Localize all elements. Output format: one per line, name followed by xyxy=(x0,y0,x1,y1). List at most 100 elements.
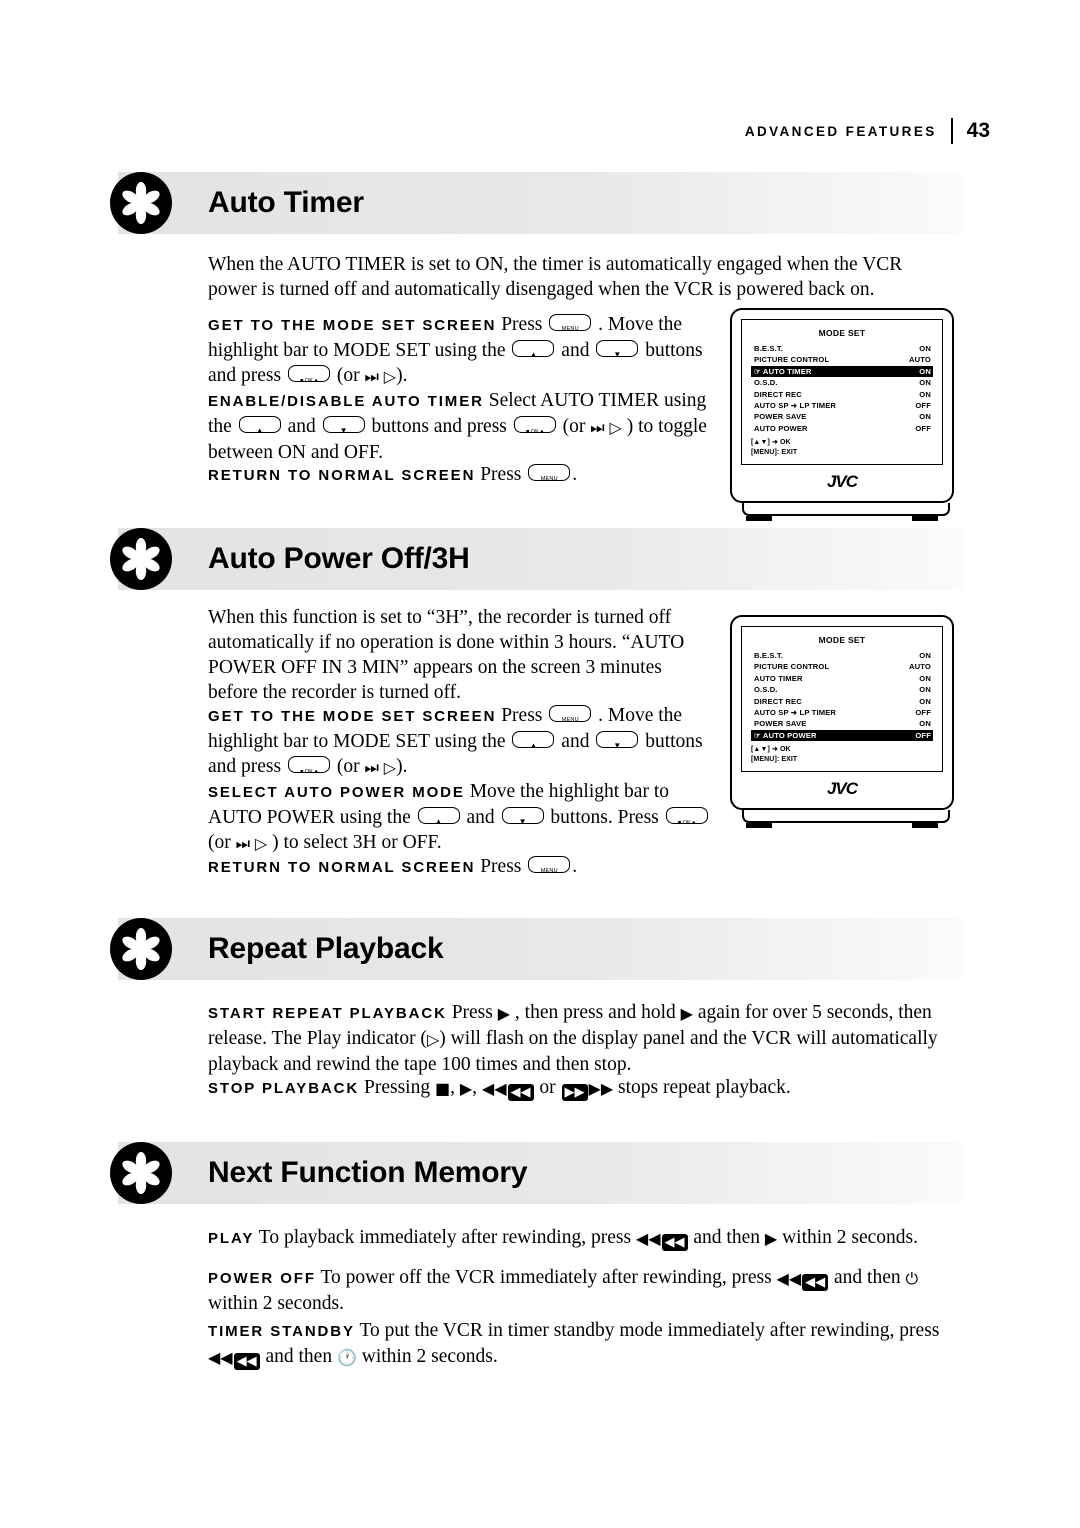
osd-row-inner: PICTURE CONTROL AUTO xyxy=(751,661,933,672)
osd-row[interactable]: O.S.D. ON xyxy=(751,684,933,695)
step-text-c: or xyxy=(539,1077,556,1098)
osd-row-label: PICTURE CONTROL xyxy=(754,662,830,672)
step-text-a: To playback immediately after rewinding,… xyxy=(258,1227,632,1248)
step-text-c: within 2 seconds. xyxy=(782,1227,919,1248)
step-text-a: Press xyxy=(480,856,522,877)
section-banner-next-function-memory: Next Function Memory xyxy=(110,1142,963,1204)
play-icon: ▶ xyxy=(680,1004,693,1023)
stop-icon: ■ xyxy=(434,1079,451,1098)
osd-row-inner: DIRECT REC ON xyxy=(751,696,933,707)
auto-power-intro-text: When this function is set to “3H”, the r… xyxy=(208,607,685,703)
step-text-c: buttons. Press xyxy=(550,807,659,828)
osd-footer: [▲▼] ➜ OK [MENU]: EXIT xyxy=(751,745,933,765)
auto-timer-step-3: RETURN TO NORMAL SCREEN Press . xyxy=(208,462,708,492)
section-title: Repeat Playback xyxy=(208,932,444,965)
osd-row-inner: B.E.S.T. ON xyxy=(751,343,933,354)
osd-title: MODE SET xyxy=(818,328,866,338)
osd-row-label: B.E.S.T. xyxy=(754,651,784,660)
osd-title: MODE SET xyxy=(818,635,866,645)
section-title: Auto Power Off/3H xyxy=(208,542,470,575)
step-text-c: within 2 seconds. xyxy=(208,1293,344,1314)
step-text-c: within 2 seconds. xyxy=(361,1346,498,1367)
step-label: ENABLE/DISABLE AUTO TIMER xyxy=(208,393,484,410)
down-button-icon xyxy=(596,731,639,758)
step-text-b: and then xyxy=(265,1346,333,1367)
osd-row-label: AUTO SP ➜ LP TIMER xyxy=(754,400,837,410)
forward-skip-icon: ⏭ xyxy=(364,367,379,386)
osd-row-label: ☞ AUTO POWER xyxy=(754,730,817,740)
tv-illustration-auto-timer: MODE SET B.E.S.T. ON PICTURE CONTROL AUTO ☞ … xyxy=(730,308,962,522)
rewind-icon: ◀◀ xyxy=(635,1229,661,1248)
step-label: START REPEAT PLAYBACK xyxy=(208,1005,447,1022)
osd-row-label: POWER SAVE xyxy=(754,412,807,422)
step-label: PLAY xyxy=(208,1230,255,1247)
osd-row[interactable]: AUTO SP ➜ LP TIMER OFF xyxy=(751,400,933,411)
osd-row[interactable]: DIRECT REC ON xyxy=(751,696,933,707)
step-text-a: Pressing xyxy=(364,1077,431,1098)
up-button-icon xyxy=(512,731,555,758)
osd-row-label: O.S.D. xyxy=(754,685,778,695)
osd-row[interactable]: DIRECT REC ON xyxy=(751,389,933,400)
down-button-icon xyxy=(596,340,639,367)
step-text-a: Press xyxy=(501,314,543,335)
osd-row[interactable]: B.E.S.T. ON xyxy=(751,650,933,661)
osd-row-value: AUTO xyxy=(909,355,931,365)
osd-row[interactable]: AUTO SP ➜ LP TIMER OFF xyxy=(751,707,933,718)
osd-row[interactable]: AUTO TIMER ON xyxy=(751,673,933,684)
repeat-step-1: START REPEAT PLAYBACK Press ▶ , then pre… xyxy=(208,1000,963,1077)
osd-row[interactable]: PICTURE CONTROL AUTO xyxy=(751,354,933,365)
osd-row[interactable]: O.S.D. ON xyxy=(751,377,933,388)
osd-row-inner: AUTO POWER OFF xyxy=(751,423,933,434)
auto-timer-step-1: GET TO THE MODE SET SCREEN Press . Move … xyxy=(208,312,708,394)
section-title: Next Function Memory xyxy=(208,1156,528,1189)
menu-button-icon xyxy=(549,314,592,342)
step-label: RETURN TO NORMAL SCREEN xyxy=(208,859,476,876)
osd-row-value: ON xyxy=(919,719,931,729)
osd-row-inner: B.E.S.T. ON xyxy=(751,650,933,661)
osd-row-label: AUTO POWER xyxy=(754,423,808,433)
ok-button-icon xyxy=(287,756,330,785)
power-icon: ⏻ xyxy=(905,1269,919,1288)
osd-row-inner: POWER SAVE ON xyxy=(751,411,933,422)
osd-row[interactable]: ☞ AUTO TIMER ON xyxy=(751,365,933,378)
osd-row[interactable]: ☞ AUTO POWER OFF xyxy=(751,729,933,742)
tv-stand xyxy=(742,503,950,516)
forward-skip-icon: ⏭ xyxy=(590,418,605,437)
play-triangle-icon: ▷ xyxy=(254,834,268,853)
osd-row-label: B.E.S.T. xyxy=(754,344,784,353)
tv-brand-logo: JVC xyxy=(826,779,858,798)
osd-row[interactable]: POWER SAVE ON xyxy=(751,718,933,729)
osd-row-value: ON xyxy=(919,696,931,706)
osd-row-label: AUTO TIMER xyxy=(754,673,803,683)
osd-row-value: ON xyxy=(919,651,931,660)
osd-row[interactable]: POWER SAVE ON xyxy=(751,411,933,422)
step-label: GET TO THE MODE SET SCREEN xyxy=(208,708,497,725)
osd-row[interactable]: AUTO POWER OFF xyxy=(751,423,933,434)
ok-button-icon xyxy=(513,416,556,445)
play-icon: ▶ xyxy=(764,1229,778,1248)
osd-footer-line1: [▲▼] ➜ OK xyxy=(751,439,791,447)
page: ADVANCED FEATURES 43 Auto Timer When the… xyxy=(0,0,1080,1528)
rewind-icon: ◀◀ xyxy=(481,1079,507,1098)
auto-timer-step-2: ENABLE/DISABLE AUTO TIMER Select AUTO TI… xyxy=(208,388,708,465)
up-button-icon xyxy=(512,340,555,367)
osd-row-label: ☞ AUTO TIMER xyxy=(754,366,812,376)
tv-feet xyxy=(730,516,954,522)
menu-button-icon xyxy=(528,464,571,492)
auto-power-intro: When this function is set to “3H”, the r… xyxy=(208,605,713,705)
section-banner-repeat-playback: Repeat Playback xyxy=(110,918,963,980)
page-header: ADVANCED FEATURES 43 xyxy=(745,118,990,144)
osd-row-inner: AUTO TIMER ON xyxy=(751,673,933,684)
flower-icon xyxy=(110,918,172,980)
osd-row[interactable]: PICTURE CONTROL AUTO xyxy=(751,661,933,672)
osd-row-label: DIRECT REC xyxy=(754,389,802,399)
play-triangle-icon: ▷ xyxy=(383,758,397,777)
osd-row-value: OFF xyxy=(915,423,931,433)
tv-illustration-auto-power: MODE SET B.E.S.T. ON PICTURE CONTROL AUTO AU… xyxy=(730,615,962,829)
tv-feet xyxy=(730,823,954,829)
auto-power-step-1: GET TO THE MODE SET SCREEN Press . Move … xyxy=(208,703,708,785)
osd-row[interactable]: B.E.S.T. ON xyxy=(751,343,933,354)
osd-row-value: ON xyxy=(919,378,931,388)
osd-row-inner: AUTO SP ➜ LP TIMER OFF xyxy=(751,707,933,718)
page-number: 43 xyxy=(966,119,990,142)
